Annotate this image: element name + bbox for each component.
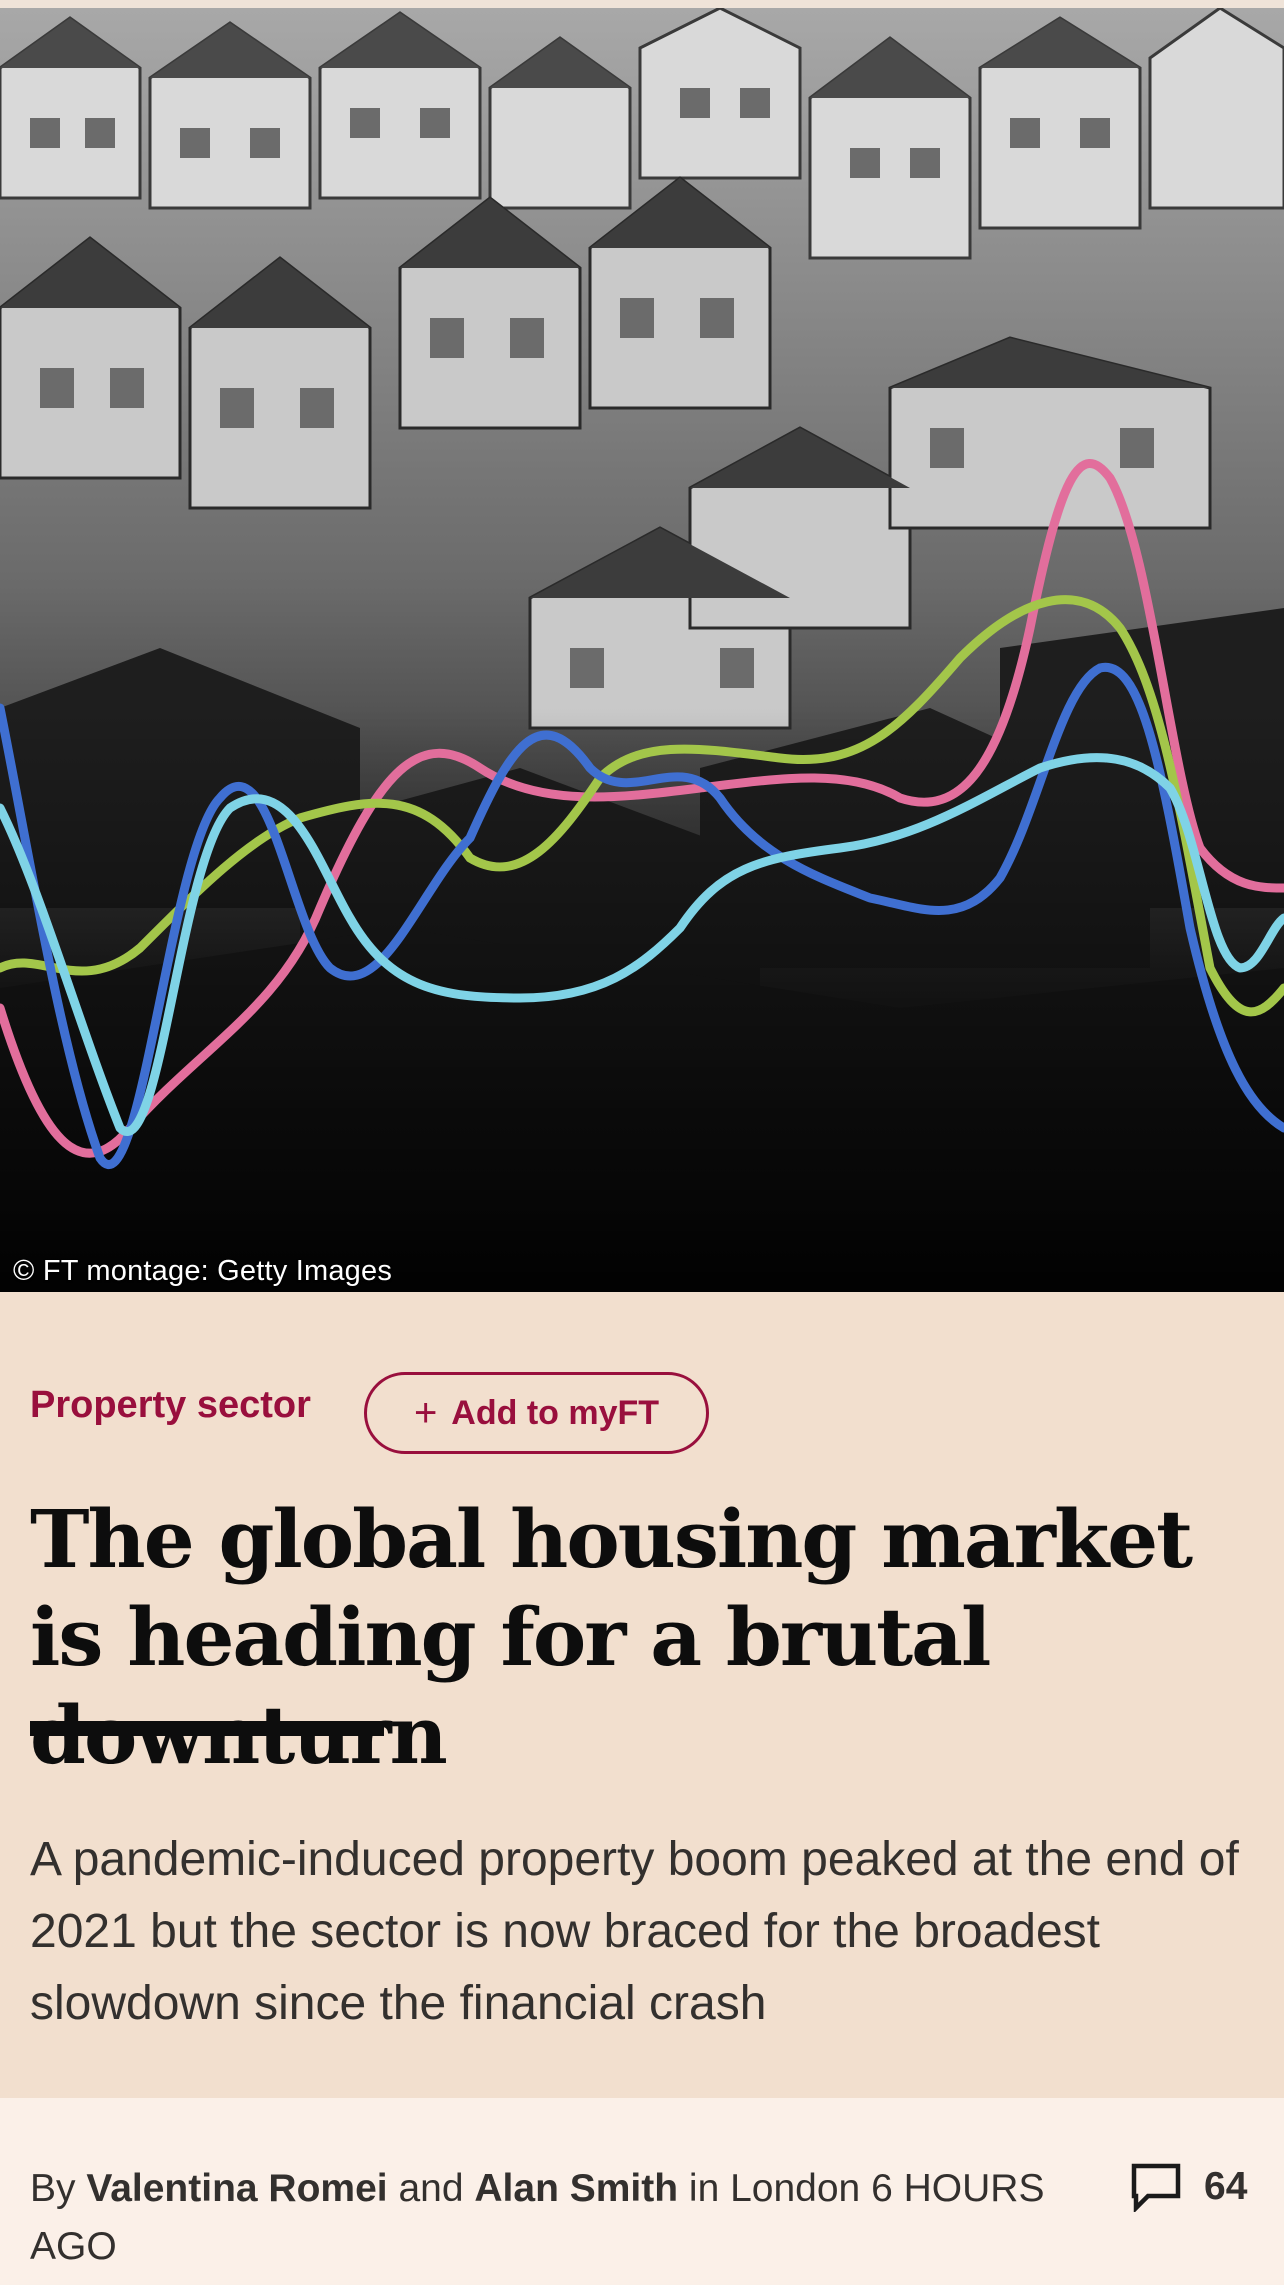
- article-header: Property sector + Add to myFT The global…: [0, 1292, 1284, 2098]
- hero-image: © FT montage: Getty Images: [0, 8, 1284, 1292]
- author-link-2[interactable]: Alan Smith: [474, 2167, 678, 2210]
- image-caption: © FT montage: Getty Images: [13, 1255, 393, 1287]
- standfirst: A pandemic-induced property boom peaked …: [30, 1833, 1239, 2030]
- topic-link[interactable]: Property sector: [30, 1384, 311, 1427]
- byline-conjunction: and: [398, 2167, 464, 2210]
- byline-prefix: By: [30, 2167, 76, 2210]
- comment-icon: [1131, 2163, 1181, 2212]
- add-to-myft-button[interactable]: + Add to myFT: [364, 1372, 709, 1454]
- top-strip: [0, 0, 1284, 8]
- author-link-1[interactable]: Valentina Romei: [86, 2167, 387, 2210]
- add-to-myft-label: Add to myFT: [451, 1393, 660, 1432]
- byline-location: in London: [688, 2167, 861, 2210]
- headline-divider: [30, 1721, 384, 1736]
- page-title: The global housing market is heading for…: [30, 1492, 1193, 1782]
- comments-count: 64: [1204, 2165, 1248, 2208]
- hero-montage: [0, 8, 1284, 1292]
- byline-bar: By Valentina Romei and Alan Smith in Lon…: [0, 2098, 1284, 2285]
- plus-icon: +: [413, 1391, 438, 1435]
- comments-button[interactable]: 64: [1130, 2162, 1247, 2212]
- byline: By Valentina Romei and Alan Smith in Lon…: [30, 2160, 1090, 2276]
